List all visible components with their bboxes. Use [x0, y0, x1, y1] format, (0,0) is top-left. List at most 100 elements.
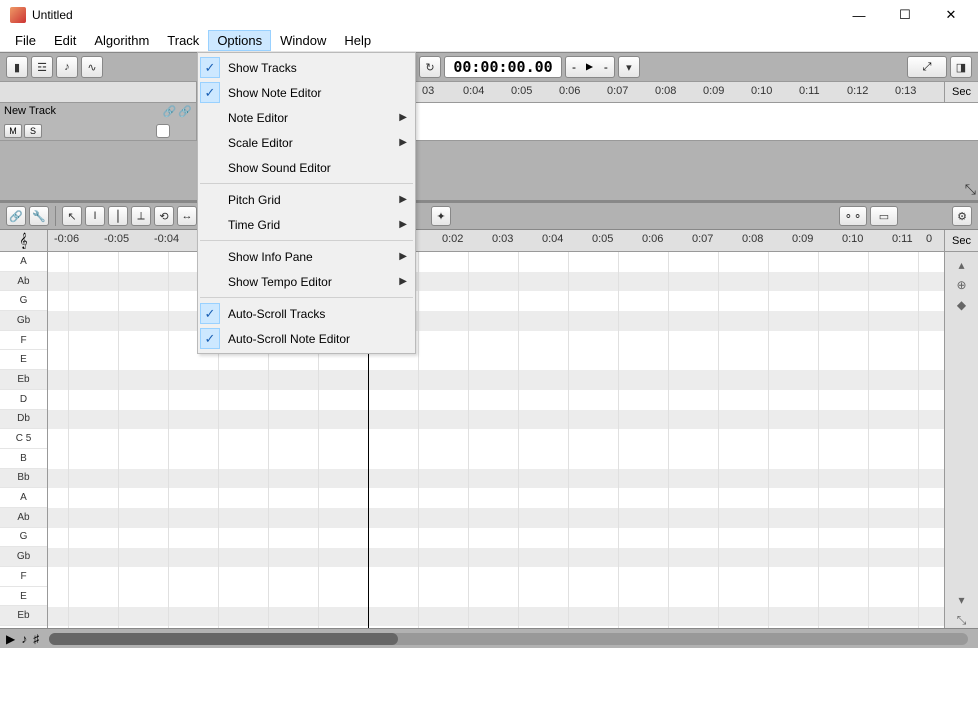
pitch-label[interactable]: D — [0, 390, 47, 410]
refresh-button[interactable]: ↻ — [419, 56, 441, 78]
note-grid[interactable] — [48, 252, 944, 628]
horizontal-scrollbar[interactable] — [49, 633, 968, 645]
pitch-label[interactable]: Bb — [0, 469, 47, 489]
note-ruler-unit-label[interactable]: Sec — [944, 230, 978, 251]
split-tool[interactable]: ⎮ — [108, 206, 128, 226]
track-header[interactable]: New Track 🔗 🔗 M S — [0, 103, 197, 140]
menu-edit[interactable]: Edit — [45, 30, 85, 51]
transport-after: - — [604, 60, 608, 74]
menu-item-note-editor[interactable]: Note Editor▶ — [198, 105, 415, 130]
menu-window[interactable]: Window — [271, 30, 335, 51]
pitch-label[interactable]: B — [0, 449, 47, 469]
pointer-tool[interactable]: ↖ — [62, 206, 82, 226]
tool-layout-icon[interactable]: ▮ — [6, 56, 28, 78]
menu-item-auto-scroll-note-editor[interactable]: ✓Auto-Scroll Note Editor — [198, 326, 415, 351]
maximize-button[interactable]: ☐ — [882, 0, 928, 30]
pitch-label[interactable]: G — [0, 291, 47, 311]
ruler-tick: 0:09 — [703, 85, 724, 97]
ibeam-tool[interactable]: I — [85, 206, 105, 226]
pitch-label[interactable]: F — [0, 567, 47, 587]
link-toggle[interactable]: ⚬⚬ — [839, 206, 867, 226]
pitch-label[interactable]: A — [0, 488, 47, 508]
track-row[interactable]: New Track 🔗 🔗 M S — [0, 103, 978, 141]
dropdown-button[interactable]: ▾ — [618, 56, 640, 78]
check-icon: ✓ — [200, 328, 220, 349]
ruler-tick: 0:12 — [847, 85, 868, 97]
grid-row — [48, 469, 944, 489]
scroll-up-icon[interactable]: ▴ — [958, 258, 964, 272]
menu-item-show-sound-editor[interactable]: Show Sound Editor — [198, 155, 415, 180]
minimize-button[interactable]: — — [836, 0, 882, 30]
pitch-label[interactable]: Ab — [0, 508, 47, 528]
note-icon[interactable]: ♪ — [21, 632, 27, 646]
panel-toggle-icon[interactable]: ◨ — [950, 56, 972, 78]
link-icon[interactable]: 🔗 — [178, 105, 192, 118]
grid-row — [48, 488, 944, 508]
menu-item-pitch-grid[interactable]: Pitch Grid▶ — [198, 187, 415, 212]
zoom-icon[interactable]: ⊕ — [956, 278, 966, 292]
loop-tool[interactable]: ⟲ — [154, 206, 174, 226]
measure-tool[interactable]: ⟂ — [131, 206, 151, 226]
zoom-fit-button[interactable]: ⤢ — [907, 56, 947, 78]
settings-icon[interactable]: ⚙ — [952, 206, 972, 226]
tool-notes-icon[interactable]: ♪ — [56, 56, 78, 78]
menu-item-show-note-editor[interactable]: ✓Show Note Editor — [198, 80, 415, 105]
link-icon[interactable]: 🔗 — [163, 105, 177, 118]
resize-corner-icon[interactable]: ⤡ — [965, 181, 976, 198]
note-ruler-ticks[interactable]: -0:06 -0:05 -0:04 0:02 0:03 0:04 0:05 0:… — [48, 230, 944, 251]
sharp-icon[interactable]: ♯ — [33, 632, 39, 646]
pitch-label[interactable]: C 5 — [0, 429, 47, 449]
submenu-arrow-icon: ▶ — [399, 219, 407, 230]
pitch-label[interactable]: A — [0, 252, 47, 272]
solo-button[interactable]: S — [24, 124, 42, 138]
pitch-label[interactable]: E — [0, 350, 47, 370]
grid-vline — [68, 252, 69, 628]
pitch-label[interactable]: Eb — [0, 606, 47, 626]
tool-mixer-icon[interactable]: ☲ — [31, 56, 53, 78]
ruler-unit-label[interactable]: Sec — [944, 82, 978, 102]
menu-algorithm[interactable]: Algorithm — [85, 30, 158, 51]
mute-button[interactable]: M — [4, 124, 22, 138]
pitch-column[interactable]: AAbGGbFEEbDDbC 5BBbAAbGGbFEEb — [0, 252, 48, 628]
menu-help[interactable]: Help — [335, 30, 380, 51]
marker-icon[interactable]: ◆ — [957, 298, 966, 312]
wrench-icon[interactable]: 🔧 — [29, 206, 49, 226]
pitch-label[interactable]: E — [0, 587, 47, 607]
submenu-arrow-icon: ▶ — [399, 251, 407, 262]
resize-corner-icon[interactable]: ⤡ — [957, 613, 967, 628]
play-icon[interactable]: ▲ — [583, 61, 597, 73]
close-button[interactable]: ✕ — [928, 0, 974, 30]
view-toggle[interactable]: ▭ — [870, 206, 898, 226]
menu-item-auto-scroll-tracks[interactable]: ✓Auto-Scroll Tracks — [198, 301, 415, 326]
pitch-label[interactable]: Db — [0, 410, 47, 430]
link-icon[interactable]: 🔗 — [6, 206, 26, 226]
menu-item-show-tracks[interactable]: ✓Show Tracks — [198, 55, 415, 80]
scroll-down-icon[interactable]: ▾ — [958, 593, 964, 607]
track-checkbox[interactable] — [156, 124, 170, 138]
track-timeline-ruler[interactable]: 03 0:04 0:05 0:06 0:07 0:08 0:09 0:10 0:… — [0, 81, 978, 103]
pitch-label[interactable]: F — [0, 331, 47, 351]
tool-wave-icon[interactable]: ∿ — [81, 56, 103, 78]
scrollbar-thumb[interactable] — [49, 633, 398, 645]
ruler-tick: 0:11 — [799, 85, 820, 97]
menu-item-time-grid[interactable]: Time Grid▶ — [198, 212, 415, 237]
menu-item-show-info-pane[interactable]: Show Info Pane▶ — [198, 244, 415, 269]
pitch-label[interactable]: Ab — [0, 272, 47, 292]
play-icon[interactable]: ▶ — [6, 632, 15, 646]
transport-panel[interactable]: - ▲ - — [565, 56, 615, 78]
menubar: File Edit Algorithm Track Options Window… — [0, 30, 978, 52]
menu-options[interactable]: Options — [208, 30, 271, 51]
marker-button[interactable]: ✦ — [431, 206, 451, 226]
pitch-label[interactable]: G — [0, 528, 47, 548]
pitch-label[interactable]: Gb — [0, 547, 47, 567]
empty-track-area[interactable]: ⤡ — [0, 141, 978, 201]
pitch-label[interactable]: Eb — [0, 370, 47, 390]
menu-file[interactable]: File — [6, 30, 45, 51]
note-timeline-ruler[interactable]: 𝄞 -0:06 -0:05 -0:04 0:02 0:03 0:04 0:05 … — [0, 230, 978, 252]
move-tool[interactable]: ↔ — [177, 206, 197, 226]
menu-item-scale-editor[interactable]: Scale Editor▶ — [198, 130, 415, 155]
pitch-label[interactable]: Gb — [0, 311, 47, 331]
menu-track[interactable]: Track — [158, 30, 208, 51]
app-icon — [10, 7, 26, 23]
menu-item-show-tempo-editor[interactable]: Show Tempo Editor▶ — [198, 269, 415, 294]
